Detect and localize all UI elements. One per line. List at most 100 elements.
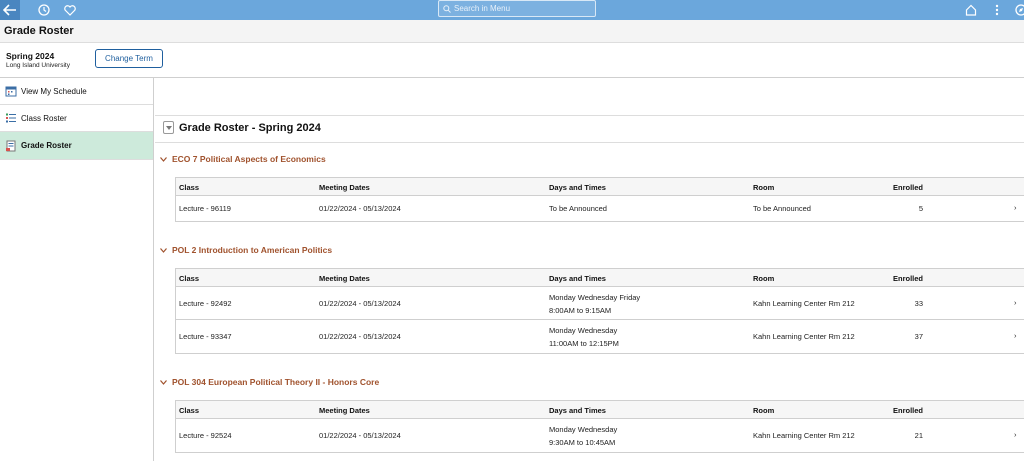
- institution-name: Long Island University: [6, 62, 70, 69]
- column-header-enrolled: Enrolled: [892, 406, 923, 415]
- table-row[interactable]: Lecture - 93347 01/22/2024 - 05/13/2024 …: [176, 320, 1024, 353]
- table-header: Class Meeting Dates Days and Times Room …: [176, 178, 1024, 196]
- main-content: Grade Roster - Spring 2024 ECO 7 Politic…: [155, 78, 1024, 461]
- divider: [155, 142, 1024, 143]
- course-table: Class Meeting Dates Days and Times Room …: [175, 400, 1024, 453]
- back-button[interactable]: [0, 0, 20, 20]
- page-header: Grade Roster: [0, 20, 1024, 43]
- column-header-enrolled: Enrolled: [892, 274, 923, 283]
- cell-meeting-dates: 01/22/2024 - 05/13/2024: [319, 204, 401, 213]
- caret-down-icon: [165, 125, 172, 130]
- sidebar: View My Schedule Class Roster Grade Rost…: [0, 78, 154, 461]
- course-title: POL 2 Introduction to American Politics: [172, 245, 333, 255]
- chevron-down-icon: [160, 247, 167, 253]
- column-header-class: Class: [179, 274, 200, 283]
- column-header-room: Room: [753, 274, 775, 283]
- cell-meeting-dates: 01/22/2024 - 05/13/2024: [319, 299, 401, 308]
- course-header[interactable]: POL 304 European Political Theory II - H…: [160, 377, 379, 387]
- recent-places-button[interactable]: [36, 0, 52, 20]
- sidebar-item-label: Class Roster: [21, 113, 67, 123]
- term-bar: Spring 2024 Long Island University Chang…: [0, 44, 1024, 78]
- compass-icon: [1015, 4, 1024, 16]
- table-row[interactable]: Lecture - 92524 01/22/2024 - 05/13/2024 …: [176, 419, 1024, 452]
- home-button[interactable]: [962, 0, 980, 20]
- cell-times: 9:30AM to 10:45AM: [549, 438, 616, 447]
- column-header-meeting-dates: Meeting Dates: [319, 406, 370, 415]
- column-header-days-and-times: Days and Times: [549, 406, 606, 415]
- column-header-enrolled: Enrolled: [892, 183, 923, 192]
- column-header-days-and-times: Days and Times: [549, 274, 606, 283]
- course-table: Class Meeting Dates Days and Times Room …: [175, 177, 1024, 222]
- column-header-meeting-dates: Meeting Dates: [319, 274, 370, 283]
- chevron-right-icon: ›: [1014, 331, 1017, 340]
- course-header[interactable]: ECO 7 Political Aspects of Economics: [160, 154, 326, 164]
- column-header-days-and-times: Days and Times: [549, 183, 606, 192]
- table-header: Class Meeting Dates Days and Times Room …: [176, 269, 1024, 287]
- cell-class: Lecture - 92524: [179, 431, 232, 440]
- clock-icon: [38, 4, 50, 16]
- cell-days: To be Announced: [549, 204, 607, 213]
- cell-room: Kahn Learning Center Rm 212: [753, 332, 855, 341]
- list-icon: [5, 112, 17, 124]
- chevron-down-icon: [160, 379, 167, 385]
- cell-enrolled: 21: [914, 431, 923, 440]
- course-table: Class Meeting Dates Days and Times Room …: [175, 268, 1024, 354]
- column-header-meeting-dates: Meeting Dates: [319, 183, 370, 192]
- cell-room: Kahn Learning Center Rm 212: [753, 431, 855, 440]
- course-title: POL 304 European Political Theory II - H…: [172, 377, 380, 387]
- chevron-right-icon: ›: [1014, 203, 1017, 212]
- cell-times: 8:00AM to 9:15AM: [549, 306, 612, 315]
- roster-title: Grade Roster - Spring 2024: [179, 121, 321, 134]
- sidebar-item-view-my-schedule[interactable]: View My Schedule: [0, 78, 153, 105]
- chevron-right-icon: ›: [1014, 430, 1017, 439]
- column-header-room: Room: [753, 183, 775, 192]
- search-input[interactable]: Search in Menu: [438, 0, 596, 17]
- table-header: Class Meeting Dates Days and Times Room …: [176, 401, 1024, 419]
- top-nav-bar: Search in Menu: [0, 0, 1024, 20]
- sidebar-item-class-roster[interactable]: Class Roster: [0, 105, 153, 132]
- column-header-class: Class: [179, 183, 200, 192]
- back-arrow-icon: [3, 4, 16, 16]
- chevron-right-icon: ›: [1014, 298, 1017, 307]
- favorites-button[interactable]: [62, 0, 78, 20]
- change-term-button[interactable]: Change Term: [95, 49, 163, 68]
- roster-header: Grade Roster - Spring 2024: [163, 121, 321, 134]
- sidebar-item-label: Grade Roster: [21, 141, 72, 150]
- heart-icon: [64, 4, 76, 16]
- more-vertical-icon: [995, 4, 999, 16]
- actions-menu-button[interactable]: [990, 0, 1004, 20]
- sidebar-item-grade-roster[interactable]: Grade Roster: [0, 132, 153, 160]
- cell-meeting-dates: 01/22/2024 - 05/13/2024: [319, 332, 401, 341]
- page-title: Grade Roster: [4, 25, 74, 37]
- gradebook-icon: [5, 140, 17, 152]
- table-row[interactable]: Lecture - 96119 01/22/2024 - 05/13/2024 …: [176, 196, 1024, 221]
- sidebar-item-label: View My Schedule: [21, 86, 87, 96]
- search-icon: [443, 4, 451, 13]
- cell-meeting-dates: 01/22/2024 - 05/13/2024: [319, 431, 401, 440]
- cell-enrolled: 37: [914, 332, 923, 341]
- cell-days: Monday Wednesday Friday: [549, 293, 641, 302]
- collapse-button[interactable]: [163, 121, 174, 134]
- column-header-class: Class: [179, 406, 200, 415]
- cell-times: 11:00AM to 12:15PM: [549, 339, 619, 348]
- cell-room: Kahn Learning Center Rm 212: [753, 299, 855, 308]
- cell-days: Monday Wednesday: [549, 326, 618, 335]
- cell-enrolled: 5: [918, 204, 923, 213]
- divider: [155, 115, 1024, 116]
- table-row[interactable]: Lecture - 92492 01/22/2024 - 05/13/2024 …: [176, 287, 1024, 320]
- navbar-button[interactable]: [1014, 0, 1024, 20]
- calendar-icon: [5, 85, 17, 97]
- home-icon: [965, 4, 977, 16]
- cell-class: Lecture - 93347: [179, 332, 232, 341]
- cell-enrolled: 33: [914, 299, 923, 308]
- column-header-room: Room: [753, 406, 775, 415]
- course-header[interactable]: POL 2 Introduction to American Politics: [160, 245, 332, 255]
- term-name: Spring 2024: [6, 51, 55, 61]
- cell-days: Monday Wednesday: [549, 425, 618, 434]
- cell-class: Lecture - 96119: [179, 204, 231, 213]
- chevron-down-icon: [160, 156, 167, 162]
- course-title: ECO 7 Political Aspects of Economics: [172, 154, 326, 164]
- cell-class: Lecture - 92492: [179, 299, 232, 308]
- search-placeholder: Search in Menu: [454, 4, 511, 13]
- cell-room: To be Announced: [753, 204, 811, 213]
